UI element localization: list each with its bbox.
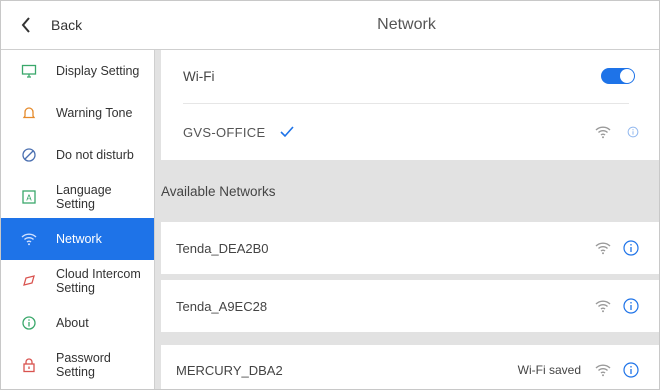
sidebar-item-cloud-intercom-setting[interactable]: Cloud Intercom Setting — [1, 260, 154, 302]
info-icon[interactable] — [627, 126, 639, 138]
chevron-left-icon — [17, 14, 35, 36]
network-row-actions — [581, 280, 639, 332]
wifi-signal-icon — [595, 364, 611, 377]
info-icon[interactable] — [623, 298, 639, 314]
connected-network-row[interactable]: GVS-OFFICE — [161, 106, 659, 158]
wifi-row: Wi-Fi — [161, 50, 659, 102]
sidebar-item-label: Network — [56, 232, 102, 246]
wifi-label: Wi-Fi — [183, 68, 215, 84]
connected-row-actions — [595, 106, 639, 158]
back-button[interactable]: Back — [1, 1, 154, 49]
network-row-actions: Wi-Fi saved — [517, 345, 639, 389]
sidebar-item-label: Cloud Intercom Setting — [56, 267, 141, 295]
sidebar-item-warning-tone[interactable]: Warning Tone — [1, 92, 154, 134]
wifi-card: Wi-Fi GVS-OFFICE — [161, 50, 659, 160]
info-icon — [21, 315, 37, 331]
monitor-icon — [21, 63, 37, 79]
available-networks-title: Available Networks — [161, 183, 276, 199]
check-icon — [280, 126, 295, 138]
available-networks-header: Available Networks — [155, 166, 659, 216]
wifi-toggle[interactable] — [601, 68, 635, 84]
wifi-signal-icon — [595, 242, 611, 255]
network-row-mercury-dba2[interactable]: MERCURY_DBA2 Wi-Fi saved — [161, 345, 659, 389]
network-ssid: Tenda_DEA2B0 — [176, 240, 269, 256]
sidebar-item-label: Display Setting — [56, 64, 140, 78]
network-ssid: MERCURY_DBA2 — [176, 362, 283, 378]
svg-text:A: A — [26, 194, 32, 203]
sidebar-item-display-setting[interactable]: Display Setting — [1, 50, 154, 92]
network-panel: Wi-Fi GVS-OFFICE Available Networks Tend… — [155, 50, 659, 389]
language-icon: A — [21, 189, 37, 205]
back-label: Back — [51, 17, 83, 33]
connected-ssid: GVS-OFFICE — [183, 124, 266, 140]
wifi-signal-icon — [595, 126, 611, 139]
sidebar: Display Setting Warning Tone Do not dist… — [1, 50, 155, 389]
sidebar-item-language-setting[interactable]: A Language Setting — [1, 176, 154, 218]
sidebar-item-about[interactable]: About — [1, 302, 154, 344]
sidebar-item-password-setting[interactable]: Password Setting — [1, 344, 154, 386]
sidebar-item-do-not-disturb[interactable]: Do not disturb — [1, 134, 154, 176]
network-row-tenda-a9ec28[interactable]: Tenda_A9EC28 — [161, 280, 659, 332]
info-icon[interactable] — [623, 240, 639, 256]
app-frame: Back Network Display Setting Warning Ton… — [0, 0, 660, 390]
divider — [183, 103, 629, 104]
sidebar-item-label: Language Setting — [56, 183, 112, 211]
cloud-icon — [21, 273, 37, 289]
sidebar-item-label: Warning Tone — [56, 106, 133, 120]
network-ssid: Tenda_A9EC28 — [176, 298, 268, 314]
sidebar-item-label: Do not disturb — [56, 148, 134, 162]
network-row-actions — [581, 222, 639, 274]
network-status: Wi-Fi saved — [517, 363, 581, 377]
sidebar-item-network[interactable]: Network — [1, 218, 154, 260]
toggle-knob — [620, 69, 634, 83]
sidebar-item-label: About — [56, 316, 89, 330]
info-icon[interactable] — [623, 362, 639, 378]
lock-icon — [21, 357, 37, 373]
bell-icon — [21, 105, 37, 121]
header-bar: Back Network — [1, 1, 659, 50]
sidebar-item-label: Password Setting — [56, 351, 111, 379]
network-row-tenda-dea2b0[interactable]: Tenda_DEA2B0 — [161, 222, 659, 274]
wifi-icon — [21, 231, 37, 247]
page-title: Network — [377, 16, 436, 33]
do-not-disturb-icon — [21, 147, 37, 163]
wifi-signal-icon — [595, 300, 611, 313]
